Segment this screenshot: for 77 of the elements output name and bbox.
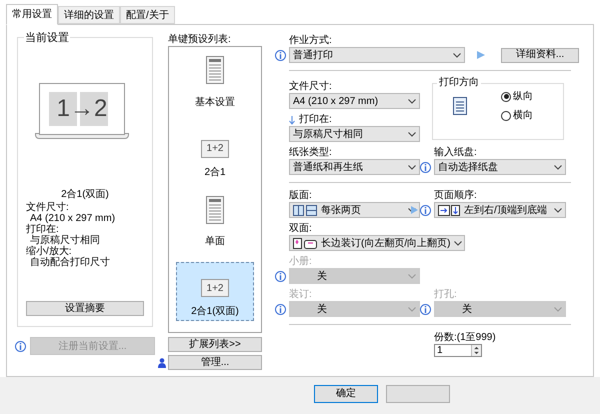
chevron-icon [554, 208, 562, 212]
field-label: 份数:(1至999) [434, 332, 497, 344]
chevron-icon [408, 98, 416, 104]
chevron-icon [408, 306, 416, 312]
chevron-icon [408, 274, 416, 278]
detail-label: 缩小/放大: [26, 246, 72, 256]
dropdown[interactable]: 普通纸和再生纸 [289, 159, 420, 175]
field-label: 打印在: [299, 114, 332, 126]
chevron-icon [408, 208, 416, 212]
field-label: 页面顺序: [434, 190, 478, 202]
chevron-icon [554, 306, 562, 312]
preset-item[interactable]: 1+2 2合1 [176, 122, 254, 182]
detail-value: 与原稿尺寸相同 [30, 234, 100, 246]
chevron-icon [408, 164, 416, 170]
info-icon [275, 270, 286, 282]
down-arrow-icon [289, 116, 295, 124]
radio-button[interactable] [501, 92, 511, 102]
info-icon [275, 304, 286, 314]
chevron-icon [453, 52, 461, 58]
detail-value: 自动配合打印尺寸 [30, 256, 110, 268]
field-label: 打孔: [434, 289, 458, 301]
play-icon [411, 206, 418, 214]
field-label: 输入纸盘: [434, 147, 478, 159]
n-up-icon: 1+2 [201, 279, 229, 298]
dropdown[interactable]: 自动选择纸盘 [434, 159, 566, 175]
info-icon [420, 304, 431, 314]
layout-icon [293, 204, 317, 216]
details-button[interactable]: 详细资料... [501, 48, 579, 62]
detail-label: 打印在: [26, 224, 59, 234]
dropdown[interactable]: 左到右/顶端到底端 [434, 202, 566, 218]
play-icon [477, 51, 485, 59]
info-icon [275, 50, 286, 60]
dropdown[interactable]: 普通打印 [289, 47, 465, 63]
person-icon [158, 358, 166, 368]
chevron-icon [454, 240, 462, 246]
field-label: 双面: [289, 223, 313, 235]
dropdown[interactable]: 长边装订(向左翻页/向上翻页) [289, 235, 465, 251]
field-label: 纸张类型: [289, 147, 333, 159]
group-title: 打印方向 [437, 77, 481, 89]
n-up-icon: 1+2 [201, 140, 229, 158]
chevron-icon [554, 164, 562, 170]
dropdown[interactable]: 每张两页 [289, 202, 420, 218]
spin-field[interactable]: 1 [434, 344, 482, 357]
caption: 2合1(双面) [61, 188, 109, 202]
summary-button[interactable]: 设置摘要 [26, 301, 144, 316]
preset-item[interactable]: 单面 [176, 192, 254, 252]
field-label: 装订: [289, 289, 313, 301]
document-icon [206, 196, 224, 224]
manage-button[interactable]: 管理... [168, 355, 262, 370]
ok-button[interactable]: 确定 [314, 385, 378, 403]
spin-arrows-icon [471, 345, 481, 356]
detail-label: 文件尺寸: [26, 202, 69, 212]
radio-label[interactable]: 横向 [513, 108, 533, 123]
expand-list-button[interactable]: 扩展列表>> [168, 337, 262, 352]
preset-item[interactable]: 1+2 2合1(双面) [176, 262, 254, 321]
field-label: 小册: [289, 256, 313, 268]
tab[interactable]: 详细的设置 [58, 6, 120, 24]
chevron-icon [408, 132, 416, 136]
preset-item[interactable]: 基本设置 [176, 53, 254, 112]
duplex-icon [293, 238, 317, 248]
document-icon [453, 97, 467, 115]
detail-value: A4 (210 x 297 mm) [29, 212, 116, 224]
field-label: 作业方式: [289, 35, 333, 47]
tab[interactable]: 配置/关于 [120, 6, 175, 24]
radio-label[interactable]: 纵向 [513, 89, 533, 104]
dropdown[interactable]: A4 (210 x 297 mm) [289, 93, 420, 109]
info-icon [15, 340, 26, 352]
tab[interactable]: 常用设置 [6, 4, 58, 25]
info-icon [420, 204, 431, 216]
list-title: 单键预设列表: [168, 34, 232, 46]
dropdown[interactable]: 与原稿尺寸相同 [289, 126, 420, 142]
page-order-icon [438, 204, 460, 216]
radio-button[interactable] [501, 110, 511, 120]
document-icon [206, 56, 224, 84]
field-label: 版面: [289, 190, 313, 202]
info-icon [420, 162, 431, 172]
field-label: 文件尺寸: [289, 81, 333, 93]
